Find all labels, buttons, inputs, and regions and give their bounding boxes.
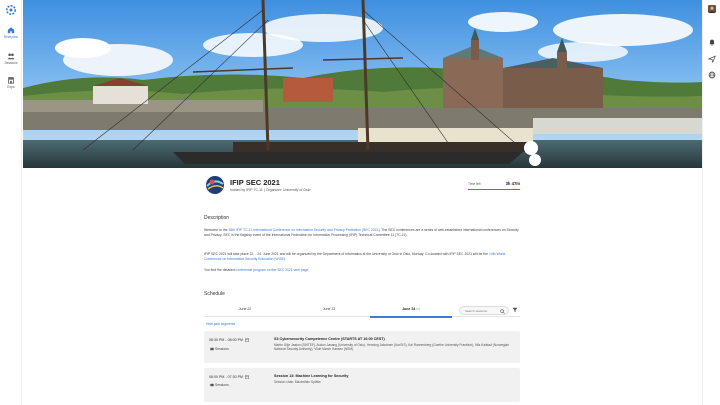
session-card[interactable]: 06:00 PM - 07:30 PM Sessions Session 13:…	[204, 368, 520, 402]
tab-june-23[interactable]: June 23	[288, 307, 370, 311]
nav-item-expo[interactable]: Expo	[0, 76, 22, 89]
desc-text: Welcome to the	[204, 228, 229, 232]
session-search-input[interactable]: Search sessions	[459, 306, 509, 315]
session-time: 06:00 PM - 07:30 PM	[209, 375, 249, 379]
session-speakers: Martin Gilje Jaatun (SINTEF), Audun Jøsa…	[274, 343, 510, 352]
desc-text: .	[285, 257, 287, 262]
session-time-text: 06:00 PM - 07:30 PM	[209, 375, 243, 379]
today-badge: (T)	[416, 307, 420, 311]
desc-text: IFIP SEC 2021 will take place 22. - 24. …	[204, 252, 489, 256]
bell-icon[interactable]	[708, 38, 716, 46]
search-placeholder: Search sessions	[465, 309, 488, 313]
active-tab-indicator	[370, 316, 452, 318]
time-left-value: 3h 47m	[505, 181, 520, 186]
session-title[interactable]: S3 Cybersecurity Competence Centre (STAR…	[274, 337, 385, 341]
nav-item-label: Sessions	[4, 61, 18, 65]
home-icon	[7, 27, 15, 34]
session-card[interactable]: 08:30 PM - 08:00 PM Sessions S3 Cybersec…	[204, 331, 520, 363]
search-icon	[500, 308, 505, 314]
tab-june-22[interactable]: June 22	[204, 307, 286, 311]
nav-item-label: Expo	[7, 85, 15, 89]
session-type: Sessions	[210, 383, 229, 387]
tab-label: June 24	[402, 307, 416, 311]
session-type: Sessions	[210, 347, 229, 351]
people-icon	[7, 53, 15, 60]
event-title: IFIP SEC 2021	[230, 178, 280, 187]
tab-june-24[interactable]: June 24 (T)	[370, 307, 452, 311]
filter-icon[interactable]	[512, 307, 518, 313]
hide-past-segments-link[interactable]: Hide past segments	[206, 322, 235, 326]
desc-text: .	[308, 268, 310, 272]
hero-banner-image	[23, 0, 702, 168]
globe-icon[interactable]	[708, 71, 716, 79]
session-time: 08:30 PM - 08:00 PM	[209, 338, 249, 342]
left-navigation: Reception Sessions Expo	[0, 0, 22, 405]
app-logo-icon[interactable]	[5, 4, 17, 16]
schedule-heading: Schedule	[204, 291, 225, 297]
app-window: Reception Sessions Expo IFIP SEC 2021 ho…	[0, 0, 720, 405]
store-icon	[8, 77, 14, 84]
session-title[interactable]: Session 13: Machine Learning for Securit…	[274, 374, 348, 378]
nav-item-label: Reception	[3, 35, 19, 39]
avatar-icon[interactable]	[708, 5, 716, 13]
desc-text: You find the detailed	[204, 268, 236, 272]
stage-icon	[210, 383, 214, 387]
description-heading: Description	[204, 215, 230, 221]
time-left-label: Time left	[468, 182, 481, 186]
sec2021-link[interactable]: 36th IFIP TC-11 International Conference…	[228, 228, 379, 232]
event-subtitle: hosted by IFIP TC-11 | Organizer: Univer…	[230, 188, 311, 192]
session-chair: Session chair: Maximilian Spöttle	[274, 380, 321, 384]
send-icon[interactable]	[708, 55, 716, 63]
stage-icon	[210, 347, 214, 351]
description-paragraph-1: Welcome to the 36th IFIP TC-11 Internati…	[204, 228, 520, 238]
description-paragraph-2: IFIP SEC 2021 will take place 22. - 24. …	[204, 252, 520, 262]
description-paragraph-3: You find the detailed conference program…	[204, 268, 520, 273]
time-left-widget: Time left 3h 47m	[468, 180, 520, 190]
nav-item-reception[interactable]: Reception	[0, 26, 22, 39]
calendar-add-icon[interactable]	[245, 375, 249, 379]
event-logo-icon	[206, 176, 224, 194]
session-time-text: 08:30 PM - 08:00 PM	[209, 338, 243, 342]
event-header: IFIP SEC 2021 hosted by IFIP TC-11 | Org…	[204, 172, 520, 200]
program-link[interactable]: conference program on the SEC 2021 web p…	[236, 268, 309, 272]
session-type-text: Sessions	[215, 347, 229, 351]
nav-item-sessions[interactable]: Sessions	[0, 52, 22, 65]
right-rail	[702, 0, 720, 405]
calendar-add-icon[interactable]	[245, 338, 249, 342]
session-type-text: Sessions	[215, 383, 229, 387]
